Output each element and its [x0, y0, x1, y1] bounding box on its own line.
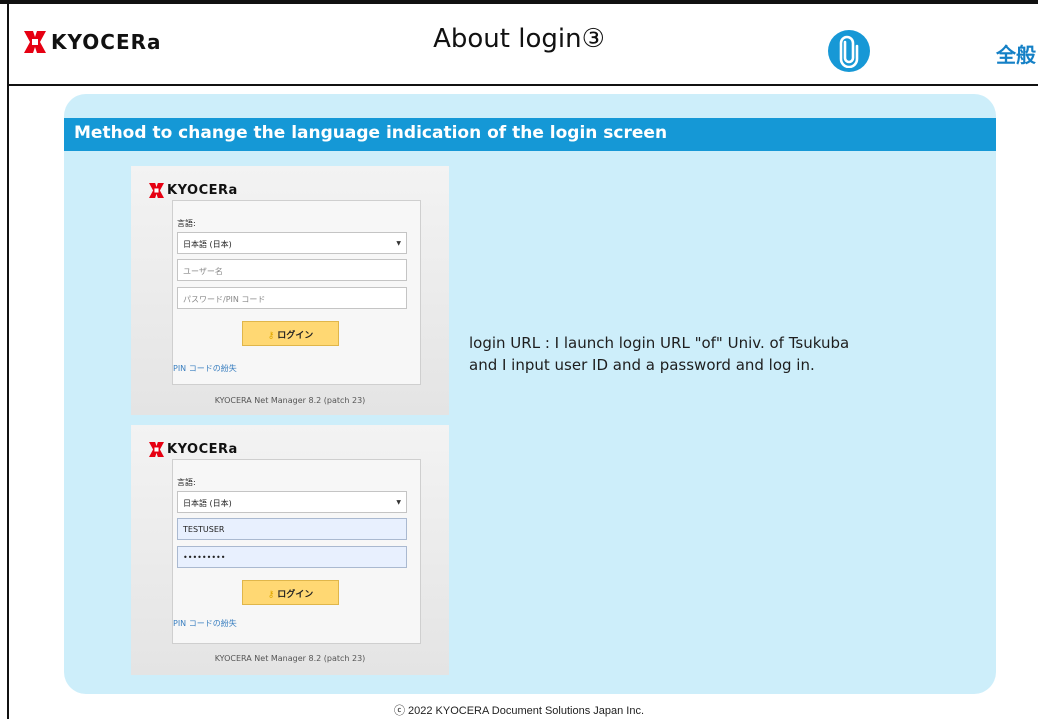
kyocera-mark-icon [149, 182, 164, 198]
language-select[interactable]: 日本語 (日本) ▼ [177, 232, 407, 254]
slide: KYOCERa About login③ 全般 Method to change… [0, 0, 1038, 719]
kyocera-mark-icon [149, 441, 164, 457]
password-input[interactable]: ••••••••• [177, 546, 407, 568]
lost-pin-link[interactable]: PIN コードの紛失 [173, 618, 237, 629]
login-button-label: ログイン [277, 331, 314, 341]
key-icon: ⚷ [267, 590, 275, 600]
language-label: 言語: [177, 478, 196, 487]
username-input[interactable]: TESTUSER [177, 518, 407, 540]
top-border [0, 0, 1038, 4]
section-title: Method to change the language indication… [74, 123, 668, 143]
chevron-down-icon: ▼ [396, 240, 401, 247]
language-label: 言語: [177, 219, 196, 228]
logo-text: KYOCERa [167, 182, 238, 198]
lost-pin-link[interactable]: PIN コードの紛失 [173, 363, 237, 374]
login-screenshot-empty: KYOCERa 言語: 日本語 (日本) ▼ ユーザー名 パスワード/PIN コ… [131, 166, 449, 415]
logo-text: KYOCERa [167, 441, 238, 457]
login-button-label: ログイン [277, 590, 314, 600]
version-text: KYOCERA Net Manager 8.2 (patch 23) [214, 654, 366, 663]
paperclip-icon [839, 35, 859, 68]
description-line-2: and I input user ID and a password and l… [469, 356, 815, 374]
category-label: 全般 [996, 43, 1036, 67]
description-line-1: login URL : I launch login URL "of" Univ… [469, 334, 850, 352]
login-form: 言語: 日本語 (日本) ▼ ユーザー名 パスワード/PIN コード ⚷ ログイン… [172, 200, 421, 385]
copyright-footer: ⓒ 2022 KYOCERA Document Solutions Japan … [393, 705, 645, 717]
section-header: Method to change the language indication… [64, 118, 996, 151]
key-icon: ⚷ [267, 331, 275, 341]
password-input[interactable]: パスワード/PIN コード [177, 287, 407, 309]
version-text: KYOCERA Net Manager 8.2 (patch 23) [214, 396, 366, 405]
language-value: 日本語 (日本) [183, 499, 232, 508]
language-value: 日本語 (日本) [183, 240, 232, 249]
username-input[interactable]: ユーザー名 [177, 259, 407, 281]
category-tag: 全般 [848, 30, 1038, 72]
login-form: 言語: 日本語 (日本) ▼ TESTUSER ••••••••• ⚷ ログイン … [172, 459, 421, 644]
login-button[interactable]: ⚷ ログイン [242, 580, 339, 605]
login-button[interactable]: ⚷ ログイン [242, 321, 339, 346]
left-border [7, 0, 9, 719]
header-divider [7, 84, 1038, 86]
login-screenshot-filled: KYOCERa 言語: 日本語 (日本) ▼ TESTUSER ••••••••… [131, 425, 449, 675]
description: login URL : I launch login URL "of" Univ… [469, 332, 849, 376]
language-select[interactable]: 日本語 (日本) ▼ [177, 491, 407, 513]
chevron-down-icon: ▼ [396, 499, 401, 506]
